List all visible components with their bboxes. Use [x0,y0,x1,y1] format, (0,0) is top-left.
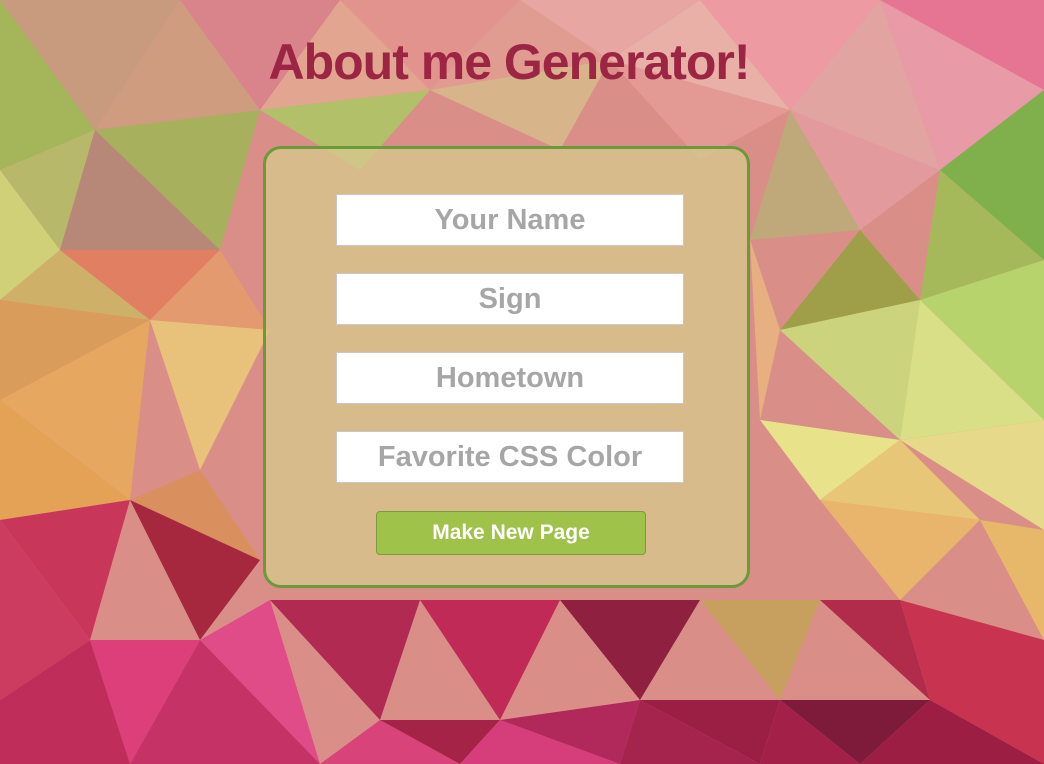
hometown-input[interactable] [336,352,684,404]
about-me-form: Make New Page [263,146,750,588]
page-title: About me Generator! [268,34,750,90]
your-name-input[interactable] [336,194,684,246]
favorite-css-color-input[interactable] [336,431,684,483]
make-new-page-button[interactable]: Make New Page [376,511,646,555]
sign-input[interactable] [336,273,684,325]
